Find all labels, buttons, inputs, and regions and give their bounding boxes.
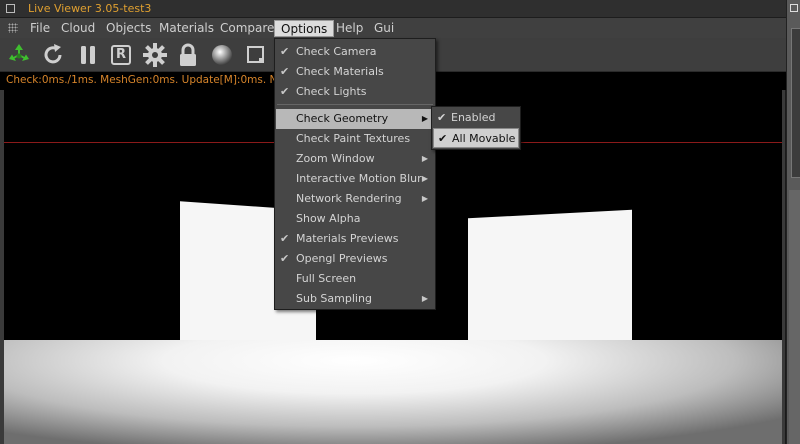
refresh-icon[interactable] (40, 42, 66, 68)
options-menu: ✔ Check Camera ✔ Check Materials ✔ Check… (274, 38, 436, 310)
option-show-alpha[interactable]: Show Alpha (276, 209, 434, 229)
menu-compare[interactable]: Compare (214, 20, 280, 37)
option-interactive-motion-blur[interactable]: Interactive Motion Blur ▶ (276, 169, 434, 189)
check-icon: ✔ (280, 252, 290, 265)
menu-options[interactable]: Options (274, 20, 335, 37)
menu-separator (277, 104, 433, 105)
option-check-camera[interactable]: ✔ Check Camera (276, 42, 434, 62)
pause-icon[interactable] (75, 42, 101, 68)
option-sub-sampling[interactable]: Sub Sampling ▶ (276, 289, 434, 309)
check-icon: ✔ (280, 85, 290, 98)
option-check-geometry[interactable]: Check Geometry ▶ (276, 109, 434, 129)
check-icon: ✔ (438, 132, 448, 145)
option-check-materials[interactable]: ✔ Check Materials (276, 62, 434, 82)
title-bar: Live Viewer 3.05-test3 (0, 0, 786, 18)
check-icon: ✔ (280, 65, 290, 78)
check-icon: ✔ (437, 111, 447, 124)
region-select-icon[interactable] (243, 42, 269, 68)
menu-help[interactable]: Help (330, 20, 369, 37)
render-region-label: R (116, 47, 127, 62)
panel-icon (790, 4, 798, 12)
window-title: Live Viewer 3.05-test3 (28, 2, 152, 15)
check-icon: ✔ (280, 232, 290, 245)
menu-bar: File Cloud Objects Materials Compare Opt… (0, 18, 786, 38)
menu-cloud[interactable]: Cloud (55, 20, 101, 37)
side-pane-lower (789, 190, 800, 444)
submenu-arrow-icon: ▶ (421, 114, 428, 123)
check-icon: ✔ (280, 45, 290, 58)
geometry-all-movable[interactable]: ✔ All Movable (433, 128, 519, 148)
option-opengl-previews[interactable]: ✔ Opengl Previews (276, 249, 434, 269)
option-zoom-window[interactable]: Zoom Window ▶ (276, 149, 434, 169)
window-icon (6, 4, 15, 13)
render-region-icon[interactable]: R (108, 42, 134, 68)
menu-gui[interactable]: Gui (368, 20, 400, 37)
status-text: Check:0ms./1ms. MeshGen:0ms. Update[M]:0… (6, 74, 290, 86)
submenu-arrow-icon: ▶ (421, 294, 428, 303)
floor-plane (4, 340, 782, 444)
side-pane (791, 28, 800, 178)
menubar-grip-icon[interactable] (8, 23, 18, 33)
side-panel-strip (786, 0, 800, 444)
submenu-arrow-icon: ▶ (421, 194, 428, 203)
gear-icon[interactable] (142, 42, 168, 68)
check-geometry-submenu: ✔ Enabled ✔ All Movable (431, 106, 521, 150)
geometry-enabled[interactable]: ✔ Enabled (433, 108, 519, 128)
recycle-icon[interactable] (6, 42, 32, 68)
menu-file[interactable]: File (24, 20, 56, 37)
submenu-arrow-icon: ▶ (421, 174, 428, 183)
menu-materials[interactable]: Materials (153, 20, 220, 37)
option-network-rendering[interactable]: Network Rendering ▶ (276, 189, 434, 209)
submenu-arrow-icon: ▶ (421, 154, 428, 163)
option-check-paint-textures[interactable]: Check Paint Textures (276, 129, 434, 149)
material-sphere-icon[interactable] (209, 42, 235, 68)
option-check-lights[interactable]: ✔ Check Lights (276, 82, 434, 102)
option-materials-previews[interactable]: ✔ Materials Previews (276, 229, 434, 249)
menu-objects[interactable]: Objects (100, 20, 157, 37)
option-full-screen[interactable]: Full Screen (276, 269, 434, 289)
live-viewer-window: Live Viewer 3.05-test3 File Cloud Object… (0, 0, 786, 444)
lock-icon[interactable] (175, 42, 201, 68)
